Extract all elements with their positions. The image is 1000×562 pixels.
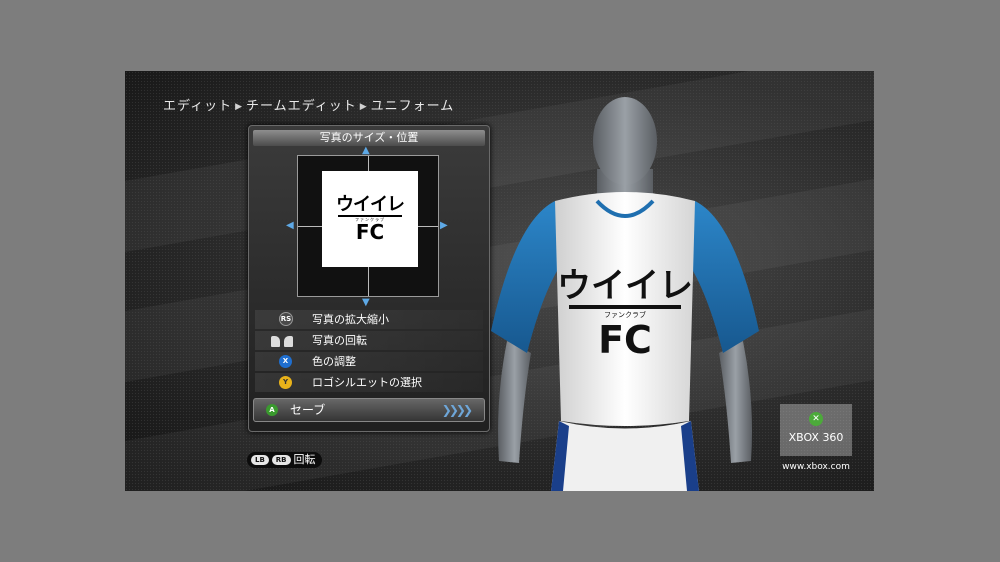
- xbox-brand-label: XBOX 360: [788, 431, 844, 444]
- player-figure: ウイイレ ファンクラブ FC: [491, 97, 759, 491]
- photo-size-position-panel: 写真のサイズ・位置 ▲ ▼ ◀ ▶ ウイイレ ファンクラブ FC RS 写真の拡…: [248, 125, 490, 432]
- logo-line2: FC: [355, 220, 385, 244]
- move-right-arrow-icon[interactable]: ▶: [440, 221, 448, 231]
- panel-title: 写真のサイズ・位置: [253, 130, 485, 146]
- breadcrumb-item-edit: エディット: [163, 99, 233, 114]
- xbox-url: www.xbox.com: [782, 462, 850, 472]
- rotate-hint-label: 回転: [293, 453, 316, 466]
- menu-item-label: ロゴシルエットの選択: [312, 376, 422, 389]
- game-screen: エディット ▶ チームエディット ▶ ユニフォーム 写真のサイズ・位置 ▲ ▼ ◀ ▶ …: [125, 71, 874, 491]
- save-label: セーブ: [290, 403, 326, 417]
- breadcrumb-separator-icon: ▶: [235, 102, 244, 112]
- x-button-icon: X: [279, 355, 292, 368]
- player-model: ウイイレ ファンクラブ FC: [485, 91, 765, 491]
- breadcrumb-item-team-edit: チームエディット: [246, 99, 357, 114]
- y-button-icon: Y: [279, 376, 292, 389]
- save-button[interactable]: A セーブ ❯❯❯❯: [253, 398, 485, 422]
- move-left-arrow-icon[interactable]: ◀: [286, 221, 294, 231]
- menu-item-label: 色の調整: [312, 355, 356, 368]
- chevrons-icon: ❯❯❯❯: [441, 403, 473, 417]
- shirt-logo-line2: FC: [598, 318, 652, 362]
- logo-line1: ウイイレ: [336, 194, 405, 215]
- menu-item-label: 写真の拡大縮小: [312, 313, 389, 326]
- menu-item-rotate-photo[interactable]: 写真の回転: [255, 331, 483, 350]
- menu-item-color-adjust[interactable]: X 色の調整: [255, 352, 483, 371]
- menu-item-logo-silhouette[interactable]: Y ロゴシルエットの選択: [255, 373, 483, 392]
- move-down-arrow-icon[interactable]: ▼: [362, 298, 370, 308]
- logo-preview-area[interactable]: ウイイレ ファンクラブ FC: [297, 155, 439, 297]
- breadcrumb: エディット ▶ チームエディット ▶ ユニフォーム: [163, 95, 454, 114]
- breadcrumb-item-uniform: ユニフォーム: [370, 99, 455, 114]
- menu-item-scale-photo[interactable]: RS 写真の拡大縮小: [255, 310, 483, 329]
- xbox-orb-icon: ✕: [809, 412, 823, 426]
- lb-button-icon: LB: [251, 455, 269, 465]
- logo-preview-image: ウイイレ ファンクラブ FC: [322, 171, 418, 267]
- rs-stick-icon: RS: [279, 312, 293, 326]
- rb-button-icon: RB: [271, 455, 291, 465]
- rotate-hint: LB RB 回転: [247, 452, 322, 468]
- xbox360-logo: ✕ XBOX 360: [780, 404, 852, 456]
- a-button-icon: A: [266, 404, 278, 416]
- breadcrumb-separator-icon: ▶: [359, 102, 368, 112]
- menu-item-label: 写真の回転: [312, 334, 367, 347]
- shirt-logo-line1: ウイイレ: [557, 266, 693, 306]
- trigger-buttons-icon: [271, 334, 301, 347]
